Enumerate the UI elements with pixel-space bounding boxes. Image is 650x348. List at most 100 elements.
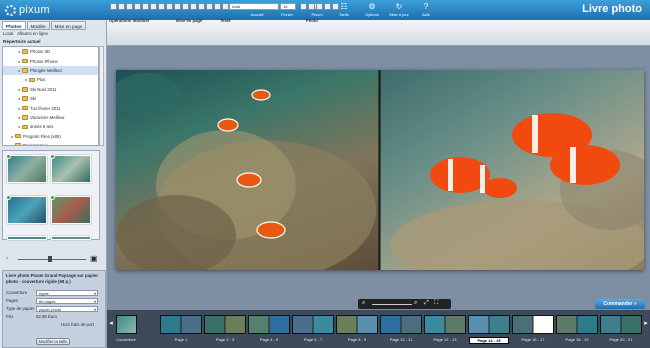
tab-photos[interactable]: Photos [2,21,26,30]
slider-handle[interactable] [48,256,52,262]
folder-name: Photos iPhone [30,58,58,64]
page-thumbnail-label[interactable]: Page 18 - 19 [557,337,597,342]
page-thumbnail-label[interactable]: Page 10 - 11 [381,337,421,342]
page-thumbnail[interactable] [424,315,466,334]
toolbar-tool-icon[interactable] [182,3,189,10]
modify-size-button[interactable]: Modifier la taille [36,338,70,345]
field-type-papier: Type de papier papier photo [6,305,98,312]
tree-folder[interactable]: ▸ Ski [3,94,98,103]
page-thumbnail[interactable] [556,315,598,334]
tree-scrollbar[interactable] [99,46,104,146]
page-thumbnail-label[interactable]: Page 20 - 21 [601,337,641,342]
toolbar-tool-icon[interactable] [332,3,339,10]
page-thumbnail[interactable] [468,315,510,334]
page-thumbnail-label[interactable]: Page 16 - 17 [513,337,553,342]
tree-folder[interactable]: ▸ Plus [3,75,98,84]
page-thumbnail-label[interactable]: Page 1 [161,337,201,342]
toolbar-tool-icon[interactable] [142,3,149,10]
page-thumbnail-label[interactable]: Page 2 - 3 [205,337,245,342]
tree-folder[interactable]: ▸ Program Files (x86) [3,132,98,141]
toolbar-tool-icon[interactable] [214,3,221,10]
toolbar-tool-icon[interactable] [308,3,315,10]
subtab-albums-en-ligne[interactable]: Albums en ligne [17,31,48,36]
menu-options-button[interactable]: ⚙ Options [361,0,383,20]
zoom-out-icon[interactable]: ⌕ [362,300,365,307]
photo-thumb[interactable] [50,195,91,224]
toolbar-tool-icon[interactable] [150,3,157,10]
page-thumbnail[interactable] [160,315,202,334]
filmstrip-next-icon[interactable]: ▸ [643,318,649,330]
right-page-photo[interactable] [380,70,644,270]
photo-thumb[interactable] [51,236,91,240]
filmstrip-prev-icon[interactable]: ◂ [108,318,114,330]
page-thumbnail-label[interactable]: Page 4 - 5 [249,337,289,342]
toolbar-tool-icon[interactable] [316,3,323,10]
toolbar-tool-icon[interactable] [174,3,181,10]
toolbar-tool-icon[interactable] [118,3,125,10]
app-title: Livre photo [582,3,642,15]
photo-thumb[interactable] [50,154,91,183]
page-thumbnail[interactable] [336,315,378,334]
page-thumbnail[interactable] [512,315,554,334]
menu-label: Mise à jour [389,12,409,17]
couverture-select[interactable]: rigide [36,289,98,296]
tree-folder[interactable]: ▸ annés 9 ans [3,122,98,131]
tree-folder[interactable]: ▸ Tux février 2011 [3,103,98,112]
menu-aide-button[interactable]: ? Aide [415,0,437,20]
field-label: Pages [6,298,19,303]
zoom-slider[interactable] [372,303,412,305]
photo-thumb[interactable] [6,154,47,183]
page-thumbnail-label[interactable]: Page 8 - 9 [337,337,377,342]
page-thumbnail-label[interactable]: Couverture [106,337,146,342]
tree-folder[interactable]: ▸ Vacances Meilleur [3,113,98,122]
pages-select[interactable]: 66 pages [36,297,98,304]
tab-mise-en-page[interactable]: Mise en page [50,21,87,30]
photo-thumb[interactable] [7,236,47,240]
field-prix: Prix 52,95 Euro [6,313,57,320]
paper-type-select[interactable]: papier photo [36,305,98,312]
tree-folder[interactable]: ▸ Programmes [3,141,98,145]
toolbar-tool-icon[interactable] [190,3,197,10]
fit-page-icon[interactable]: ⤢ [424,300,429,307]
folder-icon [29,77,35,83]
page-thumbnail-label[interactable]: Page 14 - 15 [469,337,509,344]
page-thumbnail-label[interactable]: Page 12 - 13 [425,337,465,342]
order-button[interactable]: Commander » [595,299,645,309]
tree-folder[interactable]: ▸ Ski Noel 2011 [3,85,98,94]
zoom-in-icon[interactable]: ⌕ [414,300,417,307]
toolbar-tool-icon[interactable] [158,3,165,10]
photo-thumb[interactable] [6,195,47,224]
font-size-select[interactable]: 16 [280,3,296,10]
toolbar-tool-icon[interactable] [198,3,205,10]
menu-mise-à-jour-button[interactable]: ↻ Mise à jour [388,0,410,20]
tree-folder[interactable]: ▸ Photos 3D [3,47,98,56]
menu-label: Fichier [280,12,293,17]
tree-folder[interactable]: ▸ Photos iPhone [3,56,98,65]
toolbar-tool-icon[interactable] [134,3,141,10]
photo-book-spread [116,70,644,270]
fullscreen-icon[interactable]: ⛶ [434,300,438,307]
shipping-note: Hors frais de port [61,322,94,327]
page-thumbnail[interactable] [116,315,137,334]
subtab-local[interactable]: Local [3,31,13,36]
toolbar-tool-icon[interactable] [110,3,117,10]
folder-icon [22,115,28,120]
toolbar-tool-icon[interactable] [206,3,213,10]
thumbnail-size-slider[interactable]: ▫ ▣ [2,254,102,263]
page-thumbnail[interactable] [600,315,642,334]
page-thumbnail-label[interactable]: Page 6 - 7 [293,337,333,342]
page-thumbnail[interactable] [292,315,334,334]
page-thumbnail[interactable] [204,315,246,334]
toolbar-tool-icon[interactable] [126,3,133,10]
page-thumbnail[interactable] [248,315,290,334]
folder-icon [22,105,28,111]
toolbar-tool-icon[interactable] [166,3,173,10]
toolbar-tool-icon[interactable] [222,3,229,10]
tree-folder[interactable]: ▸ Plongée Meilleur [3,65,98,76]
toolbar-tool-icon[interactable] [324,3,331,10]
left-page-photo[interactable] [116,70,379,270]
toolbar-tool-icon[interactable] [300,3,307,10]
tab-modele[interactable]: Modèle [26,21,50,30]
font-family-select[interactable]: Arial [229,3,279,10]
page-thumbnail[interactable] [380,315,422,334]
